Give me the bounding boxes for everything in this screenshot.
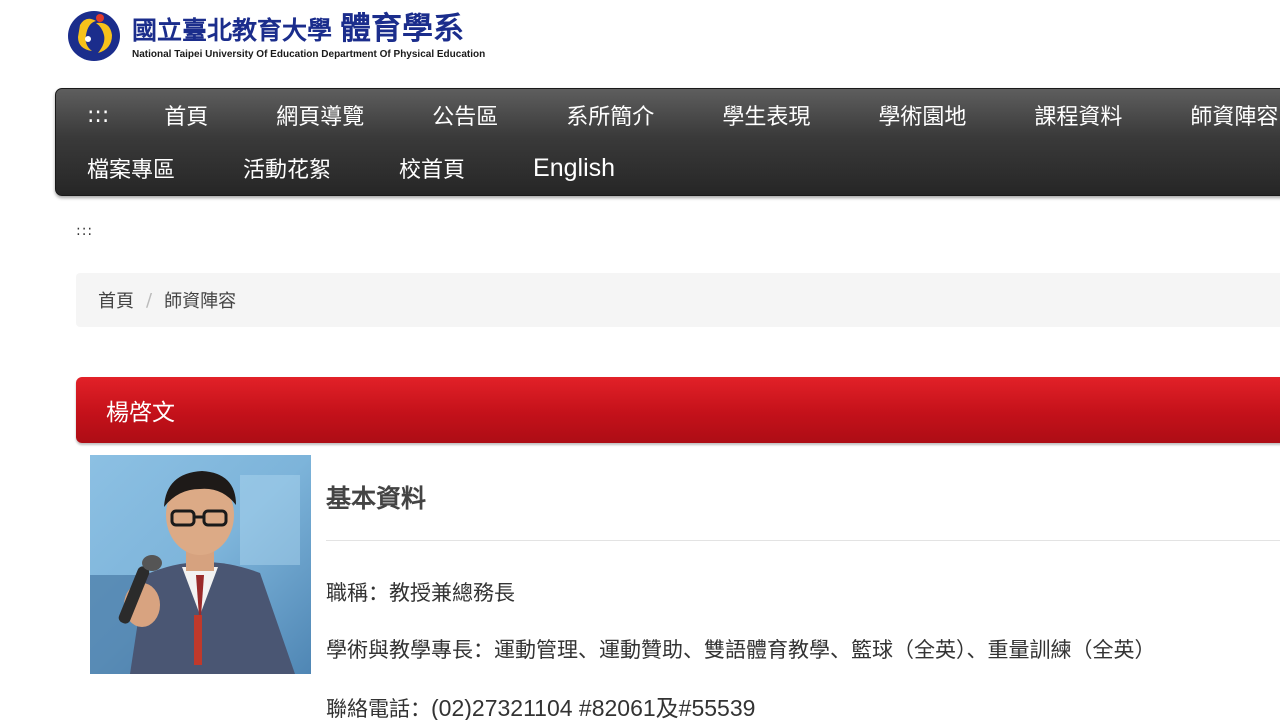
main-nav: ::: 首頁 網頁導覽 公告區 系所簡介 學生表現 學術園地 課程資料 師資陣容… [55,88,1280,196]
phone-label: 聯絡電話： [326,697,431,720]
site-header[interactable]: 國立臺北教育大學 體育學系 National Taipei University… [66,6,485,66]
breadcrumb-current: 師資陣容 [164,291,237,312]
university-logo-icon [68,11,120,61]
content-accesskey[interactable]: ::: [76,223,93,239]
profile-name: 楊啓文 [106,400,175,426]
university-name-en: National Taipei University Of Education … [132,48,486,60]
info-phone: 聯絡電話：(02)27321104 #82061及#55539 [326,689,755,720]
nav-item-student-performance[interactable]: 學生表現 [722,99,810,131]
profile-name-bar: 楊啓文 [76,377,1280,443]
section-divider [326,540,1280,541]
nav-item-gallery[interactable]: 活動花絮 [243,152,331,184]
portrait-image [90,455,311,674]
nav-item-home[interactable]: 首頁 [164,99,208,131]
section-title-basic-info: 基本資料 [326,484,427,513]
nav-item-school-home[interactable]: 校首頁 [399,152,465,184]
nav-accesskey[interactable]: ::: [87,103,109,128]
nav-item-academics[interactable]: 學術園地 [878,99,966,131]
nav-row-1: ::: 首頁 網頁導覽 公告區 系所簡介 學生表現 學術園地 課程資料 師資陣容 [56,89,1278,141]
page: 國立臺北教育大學 體育學系 National Taipei University… [0,0,1280,720]
nav-item-sitemap[interactable]: 網頁導覽 [276,99,364,131]
nav-item-faculty[interactable]: 師資陣容 [1190,99,1278,131]
nav-item-announcements[interactable]: 公告區 [432,99,498,131]
info-expertise: 學術與教學專長：運動管理、運動贊助、雙語體育教學、籃球（全英）、重量訓練（全英） [326,638,1156,662]
logo-text: 國立臺北教育大學 體育學系 National Taipei University… [132,13,485,60]
logo-title-row: 國立臺北教育大學 體育學系 [132,13,485,47]
nav-row-2: 檔案專區 活動花絮 校首頁 English [56,142,615,194]
info-job-title: 職稱：教授兼總務長 [326,581,515,605]
nav-item-courses[interactable]: 課程資料 [1034,99,1122,131]
nav-item-english[interactable]: English [533,154,615,183]
breadcrumb: 首頁 / 師資陣容 [76,273,1280,327]
university-name-cn: 國立臺北教育大學 [132,15,333,45]
breadcrumb-separator: / [146,289,153,311]
breadcrumb-home-link[interactable]: 首頁 [98,287,134,313]
phone-number[interactable]: (02)27321104 #82061及#55539 [431,695,755,720]
nav-item-files[interactable]: 檔案專區 [87,152,175,184]
nav-item-about[interactable]: 系所簡介 [566,99,654,131]
profile-photo [90,455,311,674]
department-name-cn: 體育學系 [340,10,465,47]
